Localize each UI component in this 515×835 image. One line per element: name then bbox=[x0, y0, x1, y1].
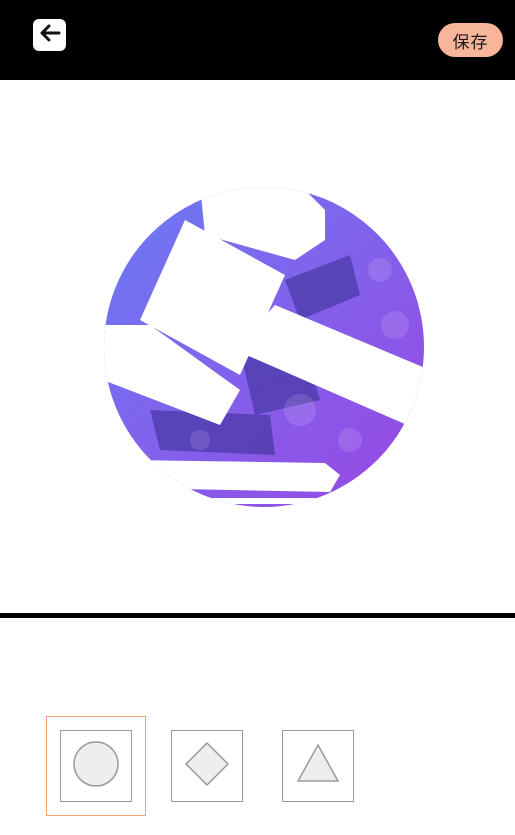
shape-option-diamond[interactable] bbox=[171, 730, 243, 802]
shape-option-triangle[interactable] bbox=[282, 730, 354, 802]
avatar-preview-image bbox=[104, 187, 424, 507]
back-button[interactable] bbox=[33, 19, 66, 51]
circle-icon bbox=[71, 739, 121, 793]
diamond-icon bbox=[182, 739, 232, 793]
arrow-left-icon bbox=[39, 24, 61, 46]
top-bar: 保存 bbox=[0, 0, 515, 80]
divider bbox=[0, 613, 515, 618]
triangle-icon bbox=[293, 739, 343, 793]
save-button[interactable]: 保存 bbox=[438, 23, 503, 57]
crop-preview[interactable] bbox=[0, 80, 515, 613]
shape-option-circle[interactable] bbox=[60, 730, 132, 802]
